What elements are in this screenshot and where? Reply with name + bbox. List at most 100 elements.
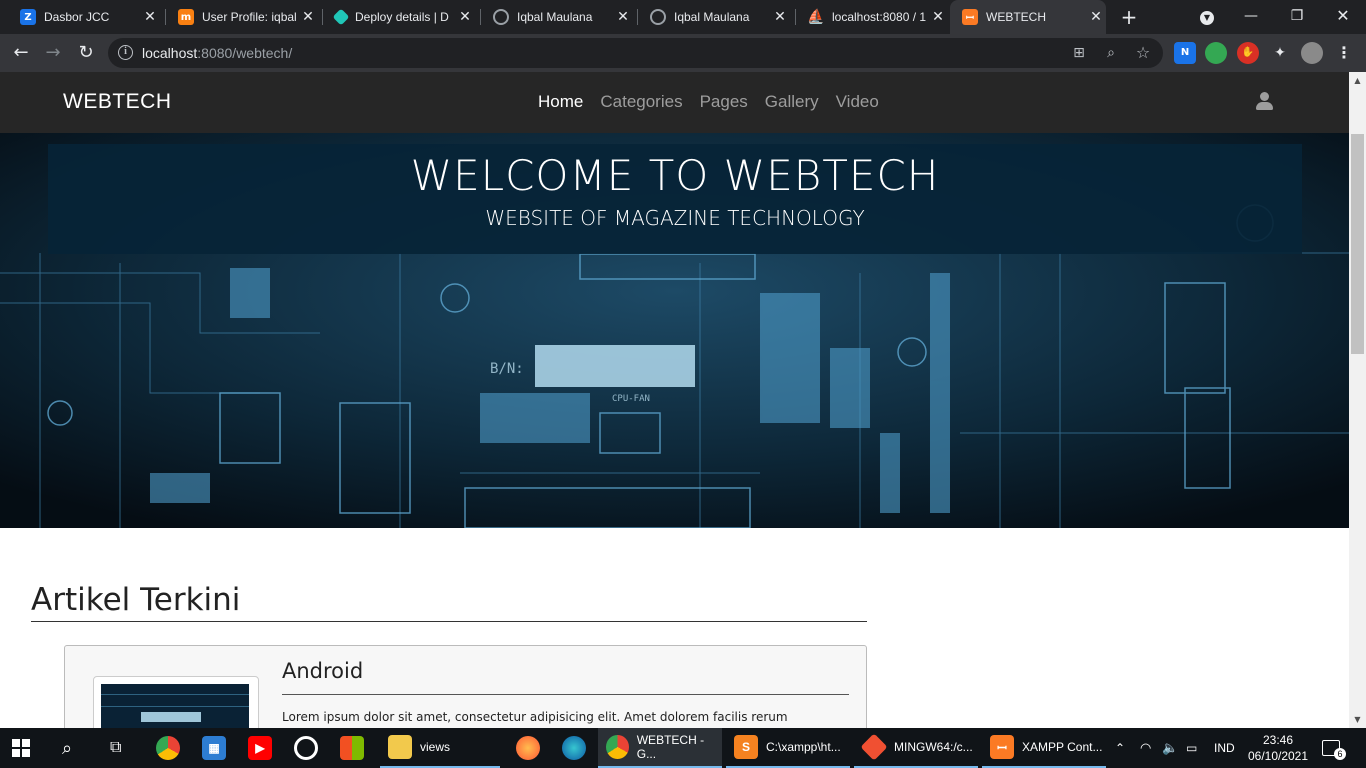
menu-dots-icon[interactable]: ⋮	[1333, 42, 1355, 64]
taskbar-app-sublime[interactable]: S C:\xampp\ht...	[726, 728, 850, 768]
reload-button[interactable]: ↻	[73, 40, 99, 66]
taskbar-app-xampp[interactable]: ꟷ XAMPP Cont...	[982, 728, 1106, 768]
close-icon[interactable]: ✕	[928, 9, 948, 25]
folder-icon	[388, 735, 412, 759]
start-button[interactable]	[12, 728, 30, 768]
taskbar-app-chrome[interactable]: WEBTECH - G...	[598, 728, 722, 768]
firefox-pinned[interactable]	[516, 728, 540, 768]
browser-tab[interactable]: m User Profile: iqbal ✕	[158, 0, 318, 34]
nav-gallery[interactable]: Gallery	[765, 92, 819, 112]
browser-tab[interactable]: Z Dasbor JCC ✕	[0, 0, 160, 34]
scroll-down-icon[interactable]: ▼	[1349, 711, 1366, 728]
phpmyadmin-icon: ⛵	[807, 9, 825, 25]
notification-center[interactable]: 6	[1322, 728, 1352, 768]
search-icon[interactable]: ⌕	[62, 728, 72, 768]
nav-categories[interactable]: Categories	[600, 92, 682, 112]
browser-tab-active[interactable]: ꟷ WEBTECH ✕	[950, 0, 1106, 34]
taskbar-app-git[interactable]: MINGW64:/c...	[854, 728, 978, 768]
obs-pinned[interactable]	[294, 728, 318, 768]
restore-button[interactable]: ❐	[1274, 0, 1320, 34]
nav-home[interactable]: Home	[538, 92, 583, 112]
svg-text:CPU-FAN: CPU-FAN	[612, 394, 650, 404]
clock-time: 23:46	[1262, 733, 1294, 747]
nav-pages[interactable]: Pages	[700, 92, 748, 112]
firefox-icon	[516, 736, 540, 760]
close-icon[interactable]: ✕	[770, 9, 790, 25]
chevron-down-icon: ▼	[1200, 11, 1214, 25]
scroll-up-icon[interactable]: ▲	[1349, 72, 1366, 89]
article-thumbnail[interactable]	[93, 676, 259, 728]
article-excerpt: Lorem ipsum dolor sit amet, consectetur …	[282, 710, 788, 724]
globe-icon	[650, 9, 666, 25]
article-image	[101, 684, 249, 728]
tab-title: localhost:8080 / 1	[832, 10, 927, 24]
article-card[interactable]: Android Lorem ipsum dolor sit amet, cons…	[64, 645, 867, 728]
battery-icon[interactable]: ▭	[1186, 728, 1197, 768]
globe-icon	[493, 9, 509, 25]
browser-tab[interactable]: Iqbal Maulana ✕	[630, 0, 790, 34]
language-indicator[interactable]: IND	[1214, 728, 1235, 768]
site-nav-links: Home Categories Pages Gallery Video	[538, 92, 896, 112]
tray-chevron-icon[interactable]: ⌃	[1115, 728, 1125, 768]
user-icon[interactable]	[1256, 92, 1273, 110]
task-view-icon[interactable]: ⧉	[110, 728, 121, 768]
obs-icon	[294, 736, 318, 760]
edge-pinned[interactable]	[562, 728, 586, 768]
store-pinned[interactable]	[340, 728, 364, 768]
control-panel-icon: ▦	[202, 736, 226, 760]
translate-icon[interactable]: ⊞	[1070, 44, 1088, 62]
puzzle-icon[interactable]: ✦	[1269, 42, 1291, 64]
zoom-icon[interactable]: ⌕	[1102, 44, 1120, 62]
browser-tab[interactable]: Iqbal Maulana ✕	[473, 0, 633, 34]
taskbar-app-label: WEBTECH - G...	[636, 733, 705, 761]
page-viewport: WEBTECH Home Categories Pages Gallery Vi…	[0, 72, 1349, 728]
chrome-icon	[606, 735, 629, 759]
clock[interactable]: 23:46 06/10/2021	[1246, 732, 1310, 764]
tab-title: Iqbal Maulana	[674, 10, 750, 24]
browser-tab[interactable]: ⛵ localhost:8080 / 1 ✕	[788, 0, 948, 34]
browser-tab[interactable]: Deploy details | D ✕	[315, 0, 475, 34]
close-icon[interactable]: ✕	[140, 9, 160, 25]
taskbar-app-views[interactable]: views	[380, 728, 500, 768]
taskbar-app-label: MINGW64:/c...	[894, 740, 973, 754]
board-label: B/N:	[490, 361, 524, 377]
info-icon[interactable]: i	[118, 45, 133, 60]
minimize-button[interactable]: —	[1228, 0, 1274, 34]
volume-icon[interactable]: 🔈	[1162, 728, 1178, 768]
control-panel-pinned[interactable]: ▦	[202, 728, 226, 768]
chrome-pinned[interactable]	[156, 728, 180, 768]
section-title: Artikel Terkini	[31, 582, 241, 618]
new-tab-button[interactable]: +	[1116, 4, 1142, 30]
wifi-icon[interactable]: ◠	[1140, 728, 1151, 768]
profile-avatar[interactable]	[1301, 42, 1323, 64]
taskbar-app-label: views	[420, 740, 451, 754]
bookmark-star-icon[interactable]: ☆	[1134, 44, 1152, 62]
scrollbar-thumb[interactable]	[1351, 134, 1364, 354]
url-text[interactable]: localhost:8080/webtech/	[142, 45, 292, 61]
extension-nav-icon[interactable]: N	[1174, 42, 1196, 64]
tab-title: Deploy details | D	[355, 10, 449, 24]
forward-button[interactable]: →	[40, 40, 66, 66]
article-title[interactable]: Android	[282, 659, 363, 683]
page-scrollbar[interactable]: ▲ ▼	[1349, 72, 1366, 728]
tab-search-button[interactable]: ▼	[1184, 0, 1230, 34]
clock-date: 06/10/2021	[1247, 749, 1309, 763]
moodle-icon: m	[178, 9, 194, 25]
back-button[interactable]: ←	[8, 40, 34, 66]
tab-title: User Profile: iqbal	[202, 10, 297, 24]
chrome-icon	[156, 736, 180, 760]
jcc-icon: Z	[20, 9, 36, 25]
close-icon[interactable]: ✕	[455, 9, 475, 25]
address-bar[interactable]: i localhost:8080/webtech/ ⊞ ⌕ ☆	[108, 38, 1163, 68]
taskbar-app-label: XAMPP Cont...	[1022, 740, 1103, 754]
youtube-pinned[interactable]: ▶	[248, 728, 272, 768]
extension-icon[interactable]	[1205, 42, 1227, 64]
nav-video[interactable]: Video	[836, 92, 879, 112]
site-brand[interactable]: WEBTECH	[63, 90, 172, 114]
extension-hand-icon[interactable]: ✋	[1237, 42, 1259, 64]
window-close-button[interactable]: ✕	[1320, 0, 1366, 34]
close-icon[interactable]: ✕	[1086, 9, 1106, 25]
youtube-icon: ▶	[248, 736, 272, 760]
browser-toolbar: ← → ↻ i localhost:8080/webtech/ ⊞ ⌕ ☆ N …	[0, 34, 1366, 72]
sublime-icon: S	[734, 735, 758, 759]
